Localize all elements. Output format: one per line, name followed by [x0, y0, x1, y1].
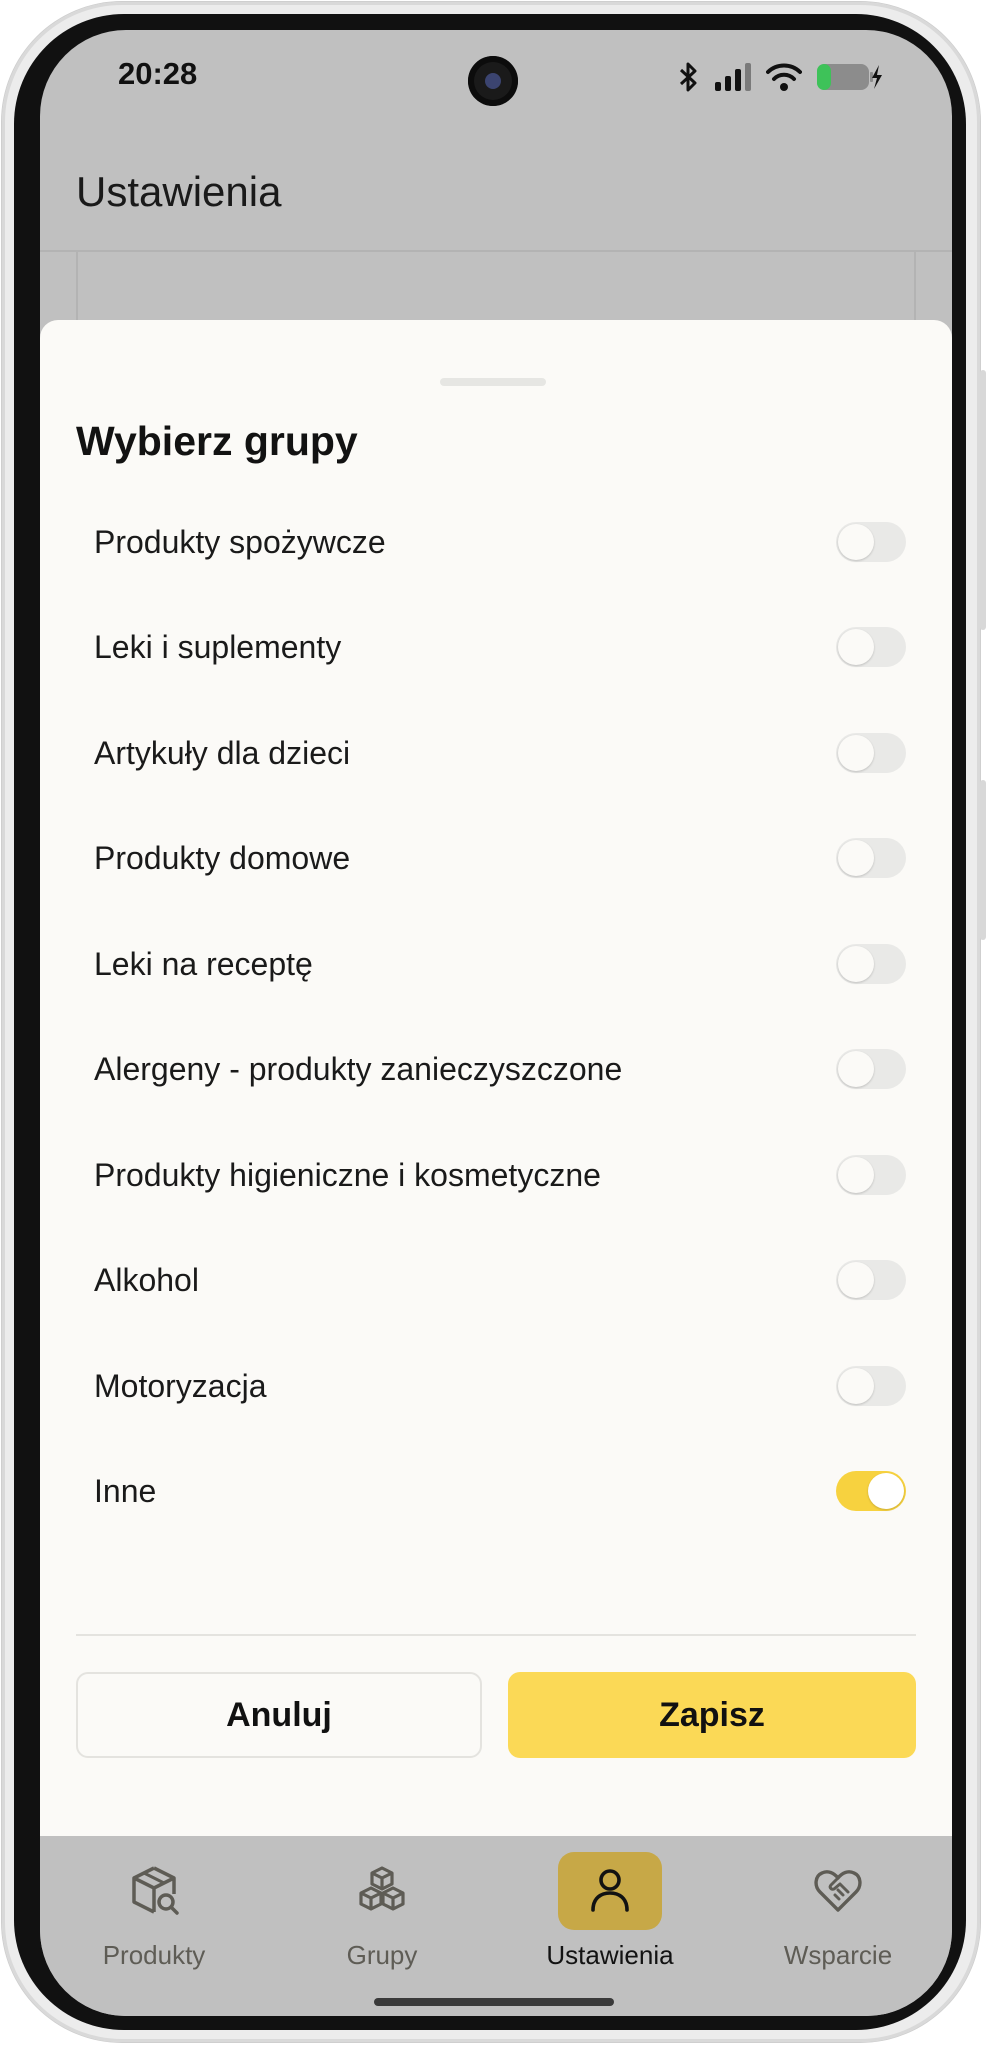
- sheet-title: Wybierz grupy: [76, 418, 358, 464]
- group-row-kids[interactable]: Artykuły dla dzieci: [94, 713, 912, 793]
- group-row-household[interactable]: Produkty domowe: [94, 818, 912, 898]
- bluetooth-icon: [679, 62, 697, 92]
- nav-label: Grupy: [346, 1940, 418, 1970]
- status-icons: [678, 60, 882, 94]
- nav-label: Wsparcie: [783, 1940, 893, 1970]
- page-title: Ustawienia: [76, 168, 282, 215]
- screen: 20:28 Ustawienia Wybierz grupy Produkty …: [40, 30, 952, 2016]
- toggle-knob: [868, 1473, 904, 1509]
- group-row-other[interactable]: Inne: [94, 1451, 912, 1531]
- sheet-divider: [76, 1634, 916, 1636]
- toggle-knob: [838, 946, 874, 982]
- group-label: Leki na receptę: [94, 945, 313, 982]
- group-toggle[interactable]: [836, 733, 906, 773]
- nav-item-ustawienia[interactable]: Ustawienia: [496, 1836, 724, 2016]
- toggle-knob: [838, 1262, 874, 1298]
- group-label: Alkohol: [94, 1261, 199, 1298]
- home-indicator[interactable]: [374, 1998, 614, 2006]
- group-toggle[interactable]: [836, 1260, 906, 1300]
- group-row-hygiene[interactable]: Produkty higieniczne i kosmetyczne: [94, 1135, 912, 1215]
- group-toggle[interactable]: [836, 944, 906, 984]
- sheet-drag-handle[interactable]: [440, 378, 546, 386]
- toggle-knob: [838, 629, 874, 665]
- group-label: Produkty higieniczne i kosmetyczne: [94, 1156, 601, 1193]
- toggle-knob: [838, 1368, 874, 1404]
- nav-item-grupy[interactable]: Grupy: [268, 1836, 496, 2016]
- group-toggle[interactable]: [836, 838, 906, 878]
- group-label: Motoryzacja: [94, 1367, 267, 1404]
- group-toggle[interactable]: [836, 1155, 906, 1195]
- group-row-allergens[interactable]: Alergeny - produkty zanieczyszczone: [94, 1029, 912, 1109]
- status-time: 20:28: [118, 56, 198, 91]
- nav-label: Produkty: [102, 1940, 206, 1970]
- group-label: Produkty spożywcze: [94, 523, 386, 560]
- nav-item-wsparcie[interactable]: Wsparcie: [724, 1836, 952, 2016]
- group-label: Inne: [94, 1472, 157, 1509]
- power-button: [980, 370, 986, 630]
- toggle-knob: [838, 735, 874, 771]
- group-row-alcohol[interactable]: Alkohol: [94, 1240, 912, 1320]
- group-row-supplements[interactable]: Leki i suplementy: [94, 607, 912, 687]
- battery-icon: [817, 64, 882, 90]
- volume-button: [980, 780, 986, 940]
- wifi-icon: [766, 63, 802, 91]
- package-search-icon: [132, 1866, 179, 1915]
- user-icon: [591, 1869, 629, 1912]
- nav-item-produkty[interactable]: Produkty: [40, 1836, 268, 2016]
- cancel-button[interactable]: Anuluj: [76, 1672, 482, 1758]
- group-toggle[interactable]: [836, 1366, 906, 1406]
- bottom-nav: Produkty Grupy Ustawienia Wsparcie: [40, 1836, 952, 2016]
- group-row-automotive[interactable]: Motoryzacja: [94, 1346, 912, 1426]
- group-label: Alergeny - produkty zanieczyszczone: [94, 1050, 623, 1087]
- group-toggle[interactable]: [836, 1471, 906, 1511]
- group-label: Leki i suplementy: [94, 628, 342, 665]
- save-button[interactable]: Zapisz: [508, 1672, 916, 1758]
- boxes-icon: [359, 1866, 405, 1911]
- front-camera: [468, 56, 518, 106]
- heart-handshake-icon: [814, 1870, 862, 1912]
- group-toggle[interactable]: [836, 627, 906, 667]
- group-row-food[interactable]: Produkty spożywcze: [94, 502, 912, 582]
- toggle-knob: [838, 1051, 874, 1087]
- group-label: Produkty domowe: [94, 839, 351, 876]
- nav-label: Ustawienia: [546, 1940, 674, 1970]
- toggle-knob: [838, 840, 874, 876]
- signal-icon: [715, 63, 751, 91]
- group-row-prescription[interactable]: Leki na receptę: [94, 924, 912, 1004]
- group-toggle[interactable]: [836, 1049, 906, 1089]
- group-select-sheet: Wybierz grupy Produkty spożywcze Leki i …: [40, 320, 952, 1836]
- toggle-knob: [838, 524, 874, 560]
- group-label: Artykuły dla dzieci: [94, 734, 351, 771]
- toggle-knob: [838, 1157, 874, 1193]
- group-toggle[interactable]: [836, 522, 906, 562]
